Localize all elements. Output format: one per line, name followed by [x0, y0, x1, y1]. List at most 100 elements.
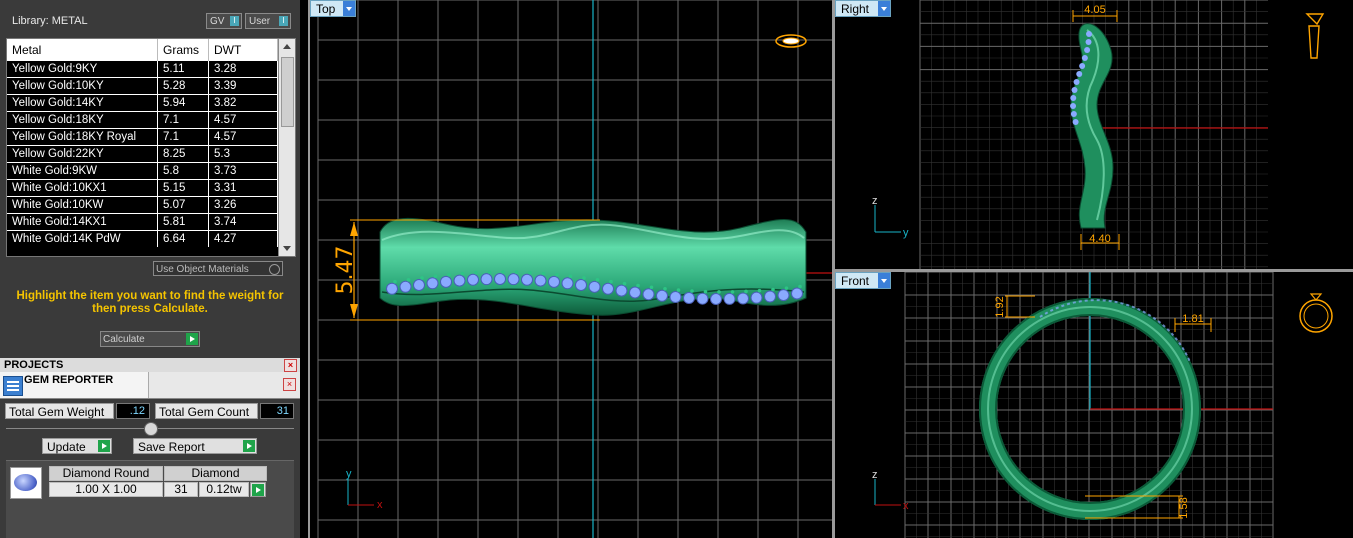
table-row[interactable]: Yellow Gold:18KY 7.1 4.57: [7, 111, 278, 129]
save-report-button[interactable]: Save Report: [133, 438, 257, 454]
grams-cell: 5.94: [157, 94, 209, 112]
total-gem-weight-label: Total Gem Weight: [5, 403, 114, 419]
hint-text: Highlight the item you want to find the …: [16, 290, 284, 315]
axis-z-label: z: [872, 469, 878, 481]
table-row[interactable]: Yellow Gold:18KY Royal 7.1 4.57: [7, 128, 278, 146]
axis-tripod: y x: [346, 468, 383, 511]
metal-cell: White Gold:10KX1: [7, 179, 158, 197]
grams-cell: 6.64: [157, 230, 209, 247]
grams-cell: 5.11: [157, 60, 209, 78]
grams-cell: 5.8: [157, 162, 209, 180]
dropdown-arrow-icon[interactable]: [343, 1, 355, 16]
metal-table: Metal Grams DWT Yellow Gold:9KY 5.11 3.28 Y…: [7, 39, 278, 247]
table-row[interactable]: White Gold:14KX1 5.81 3.74: [7, 213, 278, 231]
dropdown-arrow-icon[interactable]: [878, 273, 890, 288]
gem-reporter-title: GEM REPORTER: [24, 374, 114, 386]
dwt-cell: 5.3: [208, 145, 278, 163]
front-viewport[interactable]: 1.92 1.58 1.81 1.58 z x Front: [835, 272, 1353, 538]
use-object-materials-checkbox[interactable]: Use Object Materials: [153, 261, 283, 276]
top-view-tab[interactable]: Top: [310, 0, 356, 17]
top-viewport[interactable]: 5.47 y x Top: [308, 0, 834, 538]
diamond-round-icon[interactable]: [10, 467, 42, 499]
left-panel: Library: METAL GV I User I Metal Grams DWT…: [0, 0, 300, 538]
gem-list: Diamond Round Diamond 1.00 X 1.00 31 0.1…: [6, 460, 294, 538]
update-label: Update: [47, 440, 86, 454]
library-header: Library: METAL GV I User I: [0, 8, 300, 36]
play-arrow-icon: [98, 440, 110, 452]
dwt-cell: 3.26: [208, 196, 278, 214]
update-button[interactable]: Update: [42, 438, 112, 454]
top-view-canvas: 5.47 y x: [317, 0, 834, 538]
dwt-cell: 3.74: [208, 213, 278, 231]
library-title: Library: METAL: [12, 15, 88, 27]
close-icon[interactable]: ×: [284, 359, 297, 372]
table-row[interactable]: Yellow Gold:14KY 5.94 3.82: [7, 94, 278, 112]
user-label: User: [249, 16, 271, 27]
dwt-cell: 3.73: [208, 162, 278, 180]
axis-x-label: x: [377, 499, 383, 511]
grams-cell: 5.07: [157, 196, 209, 214]
dim-a-label: 1.92: [994, 296, 1006, 317]
ring-front-thumbnail-icon[interactable]: [1299, 293, 1333, 333]
table-row[interactable]: White Gold:14K PdW 6.64 4.27: [7, 230, 278, 247]
top-view-label: Top: [316, 2, 336, 16]
scroll-down-icon[interactable]: [283, 246, 291, 251]
metal-cell: Yellow Gold:18KY: [7, 111, 158, 129]
calculate-button[interactable]: Calculate: [100, 331, 200, 347]
top-width-label: 4.05: [1084, 4, 1105, 16]
grams-cell: 8.25: [157, 145, 209, 163]
close-icon[interactable]: ×: [283, 378, 296, 391]
table-row[interactable]: Yellow Gold:9KY 5.11 3.28: [7, 60, 278, 78]
table-row[interactable]: Yellow Gold:22KY 8.25 5.3: [7, 145, 278, 163]
right-view-tab[interactable]: Right: [835, 0, 891, 17]
right-viewport[interactable]: 4.05 4.40 z y Right: [835, 0, 1353, 269]
front-view-tab[interactable]: Front: [835, 272, 891, 289]
grams-cell: 5.15: [157, 179, 209, 197]
front-view-canvas: 1.92 1.58 1.81 1.58 z x: [872, 272, 1333, 538]
dim-c-label: 1.58: [1178, 497, 1190, 518]
scroll-thumb[interactable]: [281, 57, 294, 127]
table-row[interactable]: White Gold:10KX1 5.15 3.31: [7, 179, 278, 197]
total-gem-weight-value: .12: [116, 403, 150, 419]
dwt-cell: 3.31: [208, 179, 278, 197]
dwt-cell: 4.27: [208, 230, 278, 247]
front-view-label: Front: [841, 274, 870, 288]
table-row[interactable]: White Gold:10KW 5.07 3.26: [7, 196, 278, 214]
column-header-metal[interactable]: Metal: [7, 39, 158, 61]
total-gem-count-value: 31: [260, 403, 294, 419]
metal-cell: Yellow Gold:14KY: [7, 94, 158, 112]
table-scrollbar[interactable]: [278, 39, 295, 256]
splitter-handle[interactable]: [144, 422, 158, 436]
axis-x-label: x: [903, 500, 909, 512]
report-icon: [3, 376, 23, 396]
ring-side-thumbnail-icon[interactable]: [1305, 13, 1325, 59]
metal-cell: White Gold:10KW: [7, 196, 158, 214]
right-view-canvas: 4.05 4.40 z y: [872, 0, 1325, 269]
metal-cell: Yellow Gold:9KY: [7, 60, 158, 78]
table-header-row: Metal Grams DWT: [7, 39, 278, 61]
gem-weight-value: 0.12tw: [199, 482, 249, 497]
gem-reporter-tab[interactable]: GEM REPORTER: [0, 372, 149, 398]
metal-table-container: Metal Grams DWT Yellow Gold:9KY 5.11 3.28 Y…: [6, 38, 296, 257]
axis-tripod: z x: [872, 469, 909, 512]
dwt-cell: 3.28: [208, 60, 278, 78]
gv-button[interactable]: GV I: [206, 13, 242, 29]
dwt-cell: 3.82: [208, 94, 278, 112]
bottom-width-label: 4.40: [1089, 233, 1110, 245]
dropdown-arrow-icon[interactable]: [878, 1, 890, 16]
column-header-grams[interactable]: Grams: [157, 39, 209, 61]
user-button[interactable]: User I: [245, 13, 291, 29]
total-gem-count-label: Total Gem Count: [155, 403, 258, 419]
gem-detail-button[interactable]: [250, 482, 266, 497]
scroll-up-icon[interactable]: [283, 44, 291, 49]
calculate-label: Calculate: [103, 334, 145, 345]
ring-thumbnail-icon[interactable]: [775, 34, 807, 48]
table-row[interactable]: White Gold:9KW 5.8 3.73: [7, 162, 278, 180]
metal-cell: White Gold:14K PdW: [7, 230, 158, 247]
column-header-dwt[interactable]: DWT: [208, 39, 278, 61]
gv-label: GV: [210, 16, 225, 27]
table-row[interactable]: Yellow Gold:10KY 5.28 3.39: [7, 77, 278, 95]
save-report-label: Save Report: [138, 440, 205, 454]
play-arrow-icon: [252, 484, 264, 496]
projects-title: PROJECTS: [4, 359, 64, 371]
